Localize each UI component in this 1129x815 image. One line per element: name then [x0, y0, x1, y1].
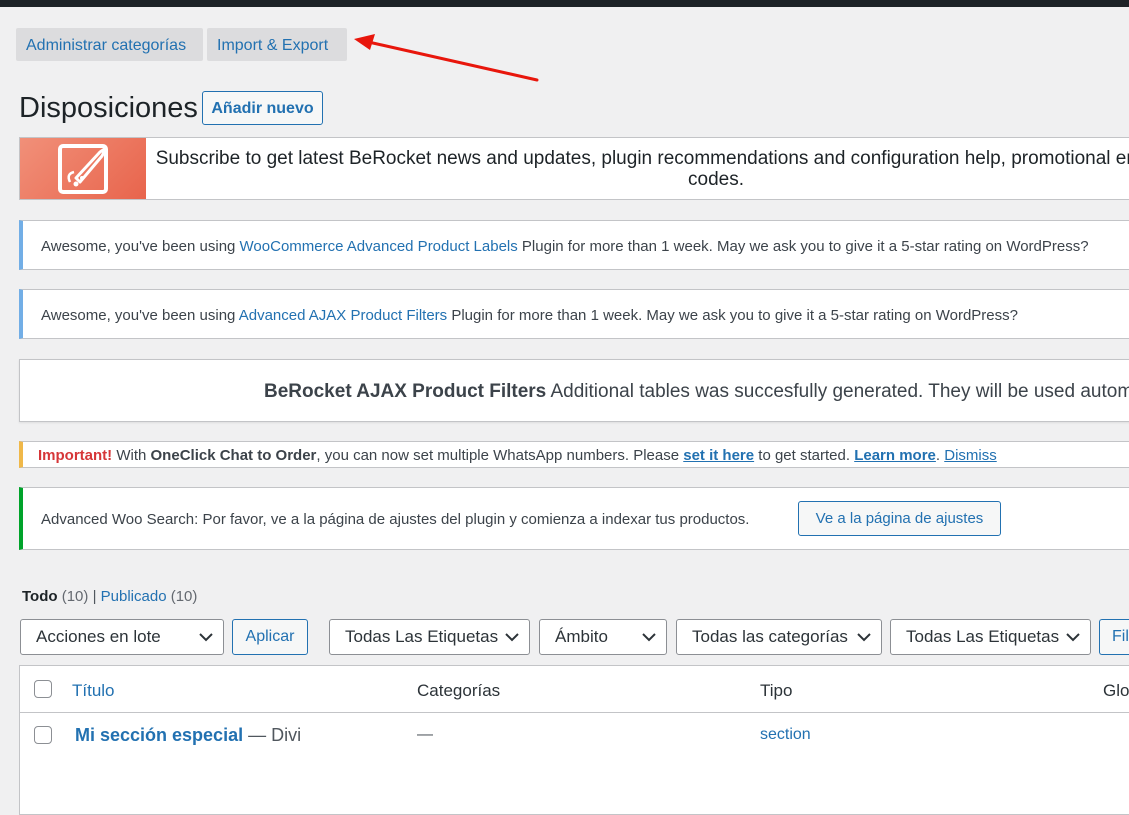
plugin-link-product-labels[interactable]: WooCommerce Advanced Product Labels: [240, 238, 518, 255]
view-published-count: (10): [170, 588, 198, 605]
notice-text: Plugin for more than 1 week. May we ask …: [447, 307, 1018, 324]
table-header: Título Categorías Tipo Global: [20, 666, 1129, 713]
apply-button[interactable]: Aplicar: [232, 619, 308, 655]
subscribe-banner[interactable]: Subscribe to get latest BeRocket news an…: [19, 137, 1129, 200]
whatsapp-notice: Important! With OneClick Chat to Order, …: [19, 441, 1129, 468]
view-published-link[interactable]: Publicado: [101, 588, 167, 605]
layouts-table: Título Categorías Tipo Global Mi sección…: [19, 665, 1129, 815]
notice-text: Awesome, you've been using: [41, 307, 239, 324]
tags-filter-select-2[interactable]: Todas Las Etiquetas: [890, 619, 1091, 655]
important-label: Important!: [38, 447, 113, 464]
view-separator: |: [92, 588, 97, 605]
manage-categories-tab[interactable]: Administrar categorías: [16, 28, 203, 61]
column-type: Tipo: [760, 681, 793, 700]
bulk-actions-select[interactable]: Acciones en lote: [20, 619, 224, 655]
chevron-down-icon: [199, 633, 213, 642]
dismiss-link[interactable]: Dismiss: [944, 447, 997, 464]
berocket-rocket-logo: [20, 138, 146, 199]
set-it-here-link[interactable]: set it here: [683, 447, 754, 464]
column-categories: Categorías: [417, 681, 501, 700]
filter-button[interactable]: Filtrar: [1099, 619, 1129, 655]
select-value: Acciones en lote: [36, 627, 161, 646]
page-title: Disposiciones: [19, 92, 198, 124]
select-value: Todas Las Etiquetas: [345, 627, 499, 646]
notice-plugin-name: BeRocket AJAX Product Filters: [264, 381, 547, 402]
view-filters: Todo (10) | Publicado (10): [22, 588, 197, 605]
row-title-link[interactable]: Mi sección especial: [75, 725, 243, 745]
select-value: Todas Las Etiquetas: [906, 627, 1060, 646]
notice-text: to get started.: [754, 447, 855, 464]
admin-top-bar: [0, 0, 1129, 7]
annotation-arrow-icon: [354, 34, 539, 82]
row-checkbox[interactable]: [34, 726, 52, 744]
tables-generated-notice: BeRocket AJAX Product Filters Additional…: [19, 359, 1129, 422]
notice-text: .: [935, 447, 945, 464]
plugin-link-ajax-filters[interactable]: Advanced AJAX Product Filters: [239, 307, 447, 324]
row-state: — Divi: [243, 725, 302, 745]
learn-more-link[interactable]: Learn more: [854, 447, 936, 464]
select-value: Todas las categorías: [692, 627, 848, 646]
chevron-down-icon: [857, 633, 871, 642]
select-all-checkbox[interactable]: [34, 680, 52, 698]
rating-notice-labels: Awesome, you've been using WooCommerce A…: [19, 220, 1129, 270]
row-type-link[interactable]: section: [760, 726, 811, 744]
notice-product-name: OneClick Chat to Order: [150, 447, 317, 464]
notice-text: Awesome, you've been using: [41, 238, 240, 255]
chevron-down-icon: [642, 633, 656, 642]
import-export-tab[interactable]: Import & Export: [207, 28, 347, 61]
tags-filter-select[interactable]: Todas Las Etiquetas: [329, 619, 530, 655]
column-title[interactable]: Título: [72, 681, 115, 701]
rating-notice-filters: Awesome, you've been using Advanced AJAX…: [19, 289, 1129, 339]
chevron-down-icon: [1066, 633, 1080, 642]
scope-filter-select[interactable]: Ámbito: [539, 619, 667, 655]
view-all-link[interactable]: Todo: [22, 588, 58, 605]
view-all-count: (10): [61, 588, 89, 605]
column-global: Global: [1103, 681, 1129, 700]
notice-text: Advanced Woo Search: Por favor, ve a la …: [41, 511, 750, 528]
go-to-settings-button[interactable]: Ve a la página de ajustes: [798, 501, 1001, 536]
notice-text: Plugin for more than 1 week. May we ask …: [517, 238, 1089, 255]
subscribe-banner-text: Subscribe to get latest BeRocket news an…: [155, 148, 1129, 190]
notice-text: Additional tables was succesfully genera…: [550, 381, 1129, 402]
categories-filter-select[interactable]: Todas las categorías: [676, 619, 882, 655]
notice-text: With: [112, 447, 151, 464]
chevron-down-icon: [505, 633, 519, 642]
woo-search-notice: Advanced Woo Search: Por favor, ve a la …: [19, 487, 1129, 550]
notice-text: , you can now set multiple WhatsApp numb…: [316, 447, 684, 464]
select-value: Ámbito: [555, 627, 608, 646]
row-categories: —: [417, 726, 433, 743]
add-new-button[interactable]: Añadir nuevo: [202, 91, 323, 125]
